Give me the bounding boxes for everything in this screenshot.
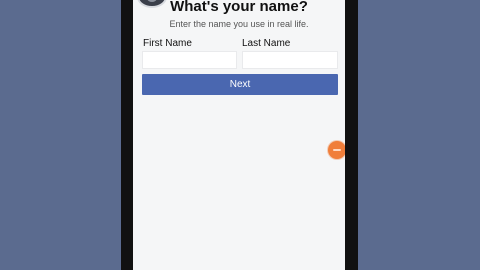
page-title: What's your name? bbox=[170, 0, 308, 15]
floating-bubble-icon[interactable] bbox=[328, 141, 345, 159]
last-name-label: Last Name bbox=[242, 38, 291, 49]
signup-name-screen: What's your name? Enter the name you use… bbox=[133, 0, 345, 270]
phone-bezel-left bbox=[121, 0, 133, 270]
next-button[interactable]: Next bbox=[142, 74, 338, 95]
floating-bubble-mark bbox=[333, 149, 341, 151]
first-name-label: First Name bbox=[143, 38, 192, 49]
phone-bezel-right bbox=[345, 0, 358, 270]
first-name-field[interactable] bbox=[142, 51, 237, 69]
page-subtitle: Enter the name you use in real life. bbox=[169, 19, 309, 29]
last-name-field[interactable] bbox=[242, 51, 338, 69]
